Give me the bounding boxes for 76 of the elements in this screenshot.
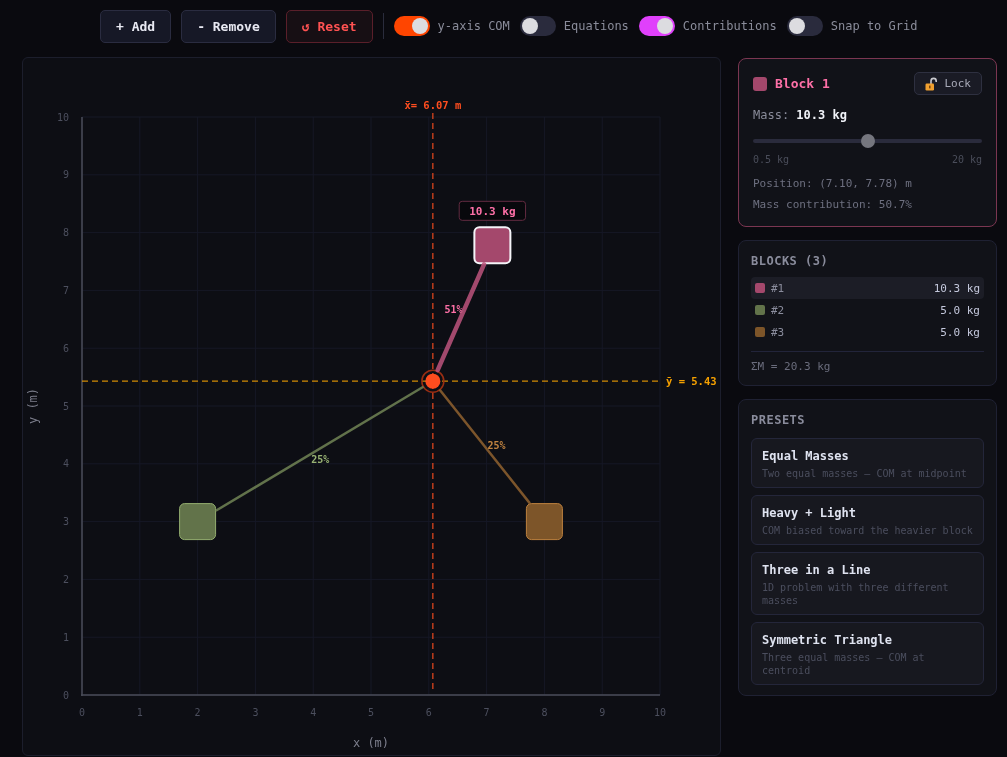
preset-description: Three equal masses — COM at centroid [762, 651, 926, 677]
percent-label: 25% [311, 454, 330, 466]
tick-label: 8 [62, 227, 69, 239]
tick-label: 6 [62, 342, 69, 354]
block-label: #1 [771, 281, 785, 295]
slider-min-label: 0.5 kg [753, 153, 790, 166]
toggle-label: Contributions [682, 19, 777, 33]
slider-max-label: 20 kg [951, 153, 982, 166]
toggle-label: y-axis COM [437, 19, 510, 33]
tick-label: 9 [62, 169, 69, 181]
total-mass: ΣM = 20.3 kg [751, 359, 832, 374]
tick-label: 3 [252, 707, 259, 718]
tick-label: 0 [62, 689, 69, 701]
com-label: x̄= 6.07 m [404, 99, 462, 111]
mass-tag: 10.3 kg [458, 200, 527, 221]
preset-card[interactable]: Equal Masses Two equal masses — COM at midpoint [751, 438, 984, 488]
tick-label: 1 [62, 631, 69, 643]
percent-label: 51% [444, 303, 463, 315]
axis-title: x (m) [352, 736, 390, 750]
block-title: Block 1 [775, 76, 830, 91]
block-row[interactable]: #2 5.0 kg [751, 299, 984, 321]
percent-label: 25% [487, 439, 506, 451]
tick-label: 5 [368, 707, 374, 718]
preset-description: Two equal masses — COM at midpoint [762, 467, 968, 480]
block-label: #3 [771, 325, 785, 339]
contribution-text: Mass contribution: 50.7% [753, 197, 913, 212]
toggle-label: Equations [563, 19, 629, 33]
mass-block[interactable] [179, 503, 217, 541]
block-mass: 10.3 kg [933, 281, 980, 295]
center-of-mass-marker [421, 369, 445, 393]
com-label: ȳ = 5.43 [666, 375, 717, 388]
toggle-label: Snap to Grid [830, 19, 918, 33]
preset-card[interactable]: Three in a Line 1D problem with three different masses [751, 552, 984, 615]
preset-title: Equal Masses [762, 448, 850, 464]
mass-readout: Mass: 10.3 kg [753, 107, 848, 123]
toggle-switch[interactable] [519, 16, 556, 36]
block-mass: 5.0 kg [940, 325, 980, 339]
block-label: #2 [771, 303, 785, 317]
tick-label: 1 [136, 707, 143, 718]
toolbar-button[interactable]: + Add [100, 9, 172, 43]
preset-title: Three in a Line [762, 562, 872, 578]
block-mass: 5.0 kg [940, 303, 980, 317]
tick-label: 2 [62, 573, 69, 585]
tick-label: 5 [62, 400, 69, 412]
toggle-switch[interactable] [786, 16, 823, 36]
tick-label: 10 [654, 707, 666, 718]
lock-button[interactable]: Lock [913, 72, 982, 95]
block-row[interactable]: #3 5.0 kg [751, 321, 984, 343]
toolbar-button[interactable]: ↺ Reset [285, 9, 373, 43]
section-title: BLOCKS (3) [751, 253, 830, 269]
tick-label: 7 [483, 707, 490, 718]
tick-label: 7 [62, 284, 69, 296]
toggle-switch[interactable] [638, 16, 675, 36]
tick-label: 2 [194, 707, 201, 718]
preset-title: Symmetric Triangle [762, 632, 894, 648]
axis-title: y (m) [26, 387, 40, 425]
toolbar-button[interactable]: - Remove [181, 9, 276, 43]
tick-label: 6 [425, 707, 432, 718]
preset-description: COM biased toward the heavier block [762, 524, 973, 537]
slider-thumb[interactable] [860, 134, 875, 148]
tick-label: 8 [541, 707, 548, 718]
preset-card[interactable]: Symmetric Triangle Three equal masses — COM at centroid [751, 622, 984, 685]
tick-label: 4 [310, 707, 317, 718]
tick-label: 3 [62, 516, 69, 528]
toggle-switch[interactable] [393, 16, 430, 36]
tick-label: 4 [62, 458, 69, 470]
preset-description: 1D problem with three different masses [762, 581, 950, 607]
tick-label: 10 [56, 111, 69, 123]
block-row[interactable]: #1 10.3 kg [751, 277, 984, 299]
position-text: Position: (7.10, 7.78) m [753, 176, 913, 191]
tick-label: 0 [79, 707, 85, 718]
section-title: PRESETS [751, 412, 807, 428]
preset-title: Heavy + Light [762, 505, 857, 521]
tick-label: 9 [599, 707, 606, 718]
padlock-icon [924, 76, 937, 91]
preset-card[interactable]: Heavy + Light COM biased toward the heavier block [751, 495, 984, 545]
